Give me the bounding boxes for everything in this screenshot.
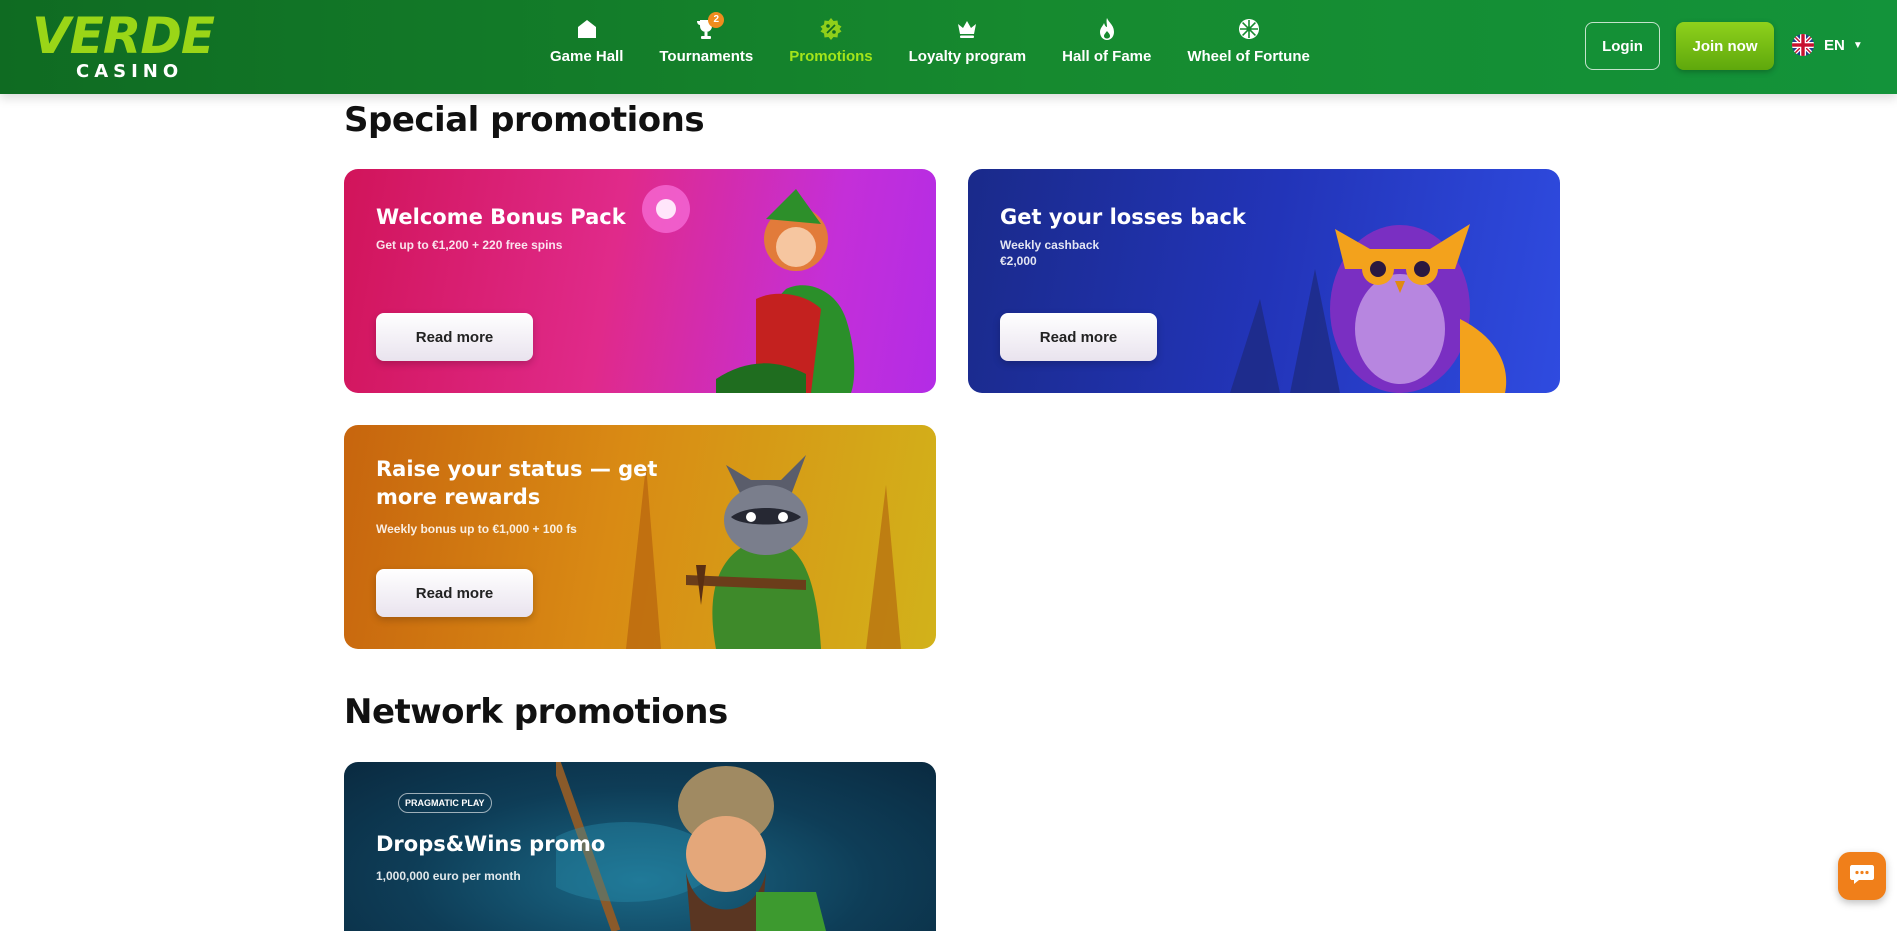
promo-card-title: Raise your status — get more rewards <box>376 457 658 509</box>
login-button[interactable]: Login <box>1585 22 1660 70</box>
special-promotions-heading: Special promotions <box>344 100 705 140</box>
live-chat-button[interactable] <box>1838 852 1886 900</box>
nav-item-promotions[interactable]: Promotions <box>789 16 873 76</box>
nav-label: Loyalty program <box>908 48 1027 65</box>
network-promotions-heading: Network promotions <box>344 692 728 732</box>
read-more-button[interactable]: Read more <box>1000 313 1157 361</box>
tournaments-count-badge: 2 <box>708 12 725 28</box>
chat-bubble-icon <box>1849 862 1875 891</box>
language-code: EN <box>1824 36 1845 54</box>
provider-logo-text: PRAGMATIC PLAY <box>405 798 485 808</box>
promo-card-cashback[interactable]: Get your losses back Weekly cashback €2,… <box>968 169 1560 393</box>
crown-icon <box>954 16 980 42</box>
flame-icon <box>1094 16 1120 42</box>
promo-card-welcome-bonus[interactable]: Welcome Bonus Pack Get up to €1,200 + 22… <box>344 169 936 393</box>
nav-item-game-hall[interactable]: Game Hall <box>550 16 623 76</box>
nav-label: Promotions <box>789 48 873 65</box>
promo-card-subtitle: Weekly cashback <box>1000 238 1100 252</box>
promo-card-title: Get your losses back <box>1000 205 1246 229</box>
language-selector[interactable]: EN ▼ <box>1792 34 1863 56</box>
nav-item-loyalty-program[interactable]: Loyalty program <box>908 16 1027 76</box>
verde-casino-logo[interactable]: VERDE CASINO <box>32 10 228 82</box>
uk-flag-icon <box>1792 34 1814 56</box>
read-more-button[interactable]: Read more <box>376 313 533 361</box>
join-now-button[interactable]: Join now <box>1676 22 1774 70</box>
nav-item-tournaments[interactable]: 2 Tournaments <box>659 12 754 76</box>
promo-card-amount: €2,000 <box>1000 254 1037 268</box>
nav-label: Tournaments <box>659 48 754 65</box>
promo-card-title: Drops&Wins promo <box>376 832 606 856</box>
nav-label: Hall of Fame <box>1062 48 1152 65</box>
percent-badge-icon <box>818 16 844 42</box>
promo-card-subtitle: Weekly bonus up to €1,000 + 100 fs <box>376 522 577 536</box>
promo-card-subtitle: Get up to €1,200 + 220 free spins <box>376 238 563 252</box>
read-more-button[interactable]: Read more <box>376 569 533 617</box>
nav-item-hall-of-fame[interactable]: Hall of Fame <box>1062 16 1151 76</box>
pragmatic-play-logo: PRAGMATIC PLAY <box>398 793 492 813</box>
promo-card-drops-wins[interactable]: PRAGMATIC PLAY Drops&Wins promo 1,000,00… <box>344 762 936 931</box>
promo-card-subtitle: 1,000,000 euro per month <box>376 869 521 883</box>
site-header: VERDE CASINO Game Hall 2 Tournaments Pro… <box>0 0 1897 94</box>
home-icon <box>574 16 600 42</box>
logo-subtitle: CASINO <box>76 61 184 82</box>
promo-card-title: Welcome Bonus Pack <box>376 205 626 229</box>
wheel-icon <box>1236 16 1262 42</box>
nav-label: Game Hall <box>550 48 624 65</box>
nav-label: Wheel of Fortune <box>1187 48 1310 65</box>
nav-item-wheel-of-fortune[interactable]: Wheel of Fortune <box>1187 16 1310 76</box>
promo-card-loyalty-status[interactable]: Raise your status — get more rewards Wee… <box>344 425 936 649</box>
logo-wordmark: VERDE <box>32 7 215 65</box>
chevron-down-icon: ▼ <box>1852 39 1863 51</box>
main-nav: Game Hall 2 Tournaments Promotions Loyal… <box>550 12 1346 76</box>
